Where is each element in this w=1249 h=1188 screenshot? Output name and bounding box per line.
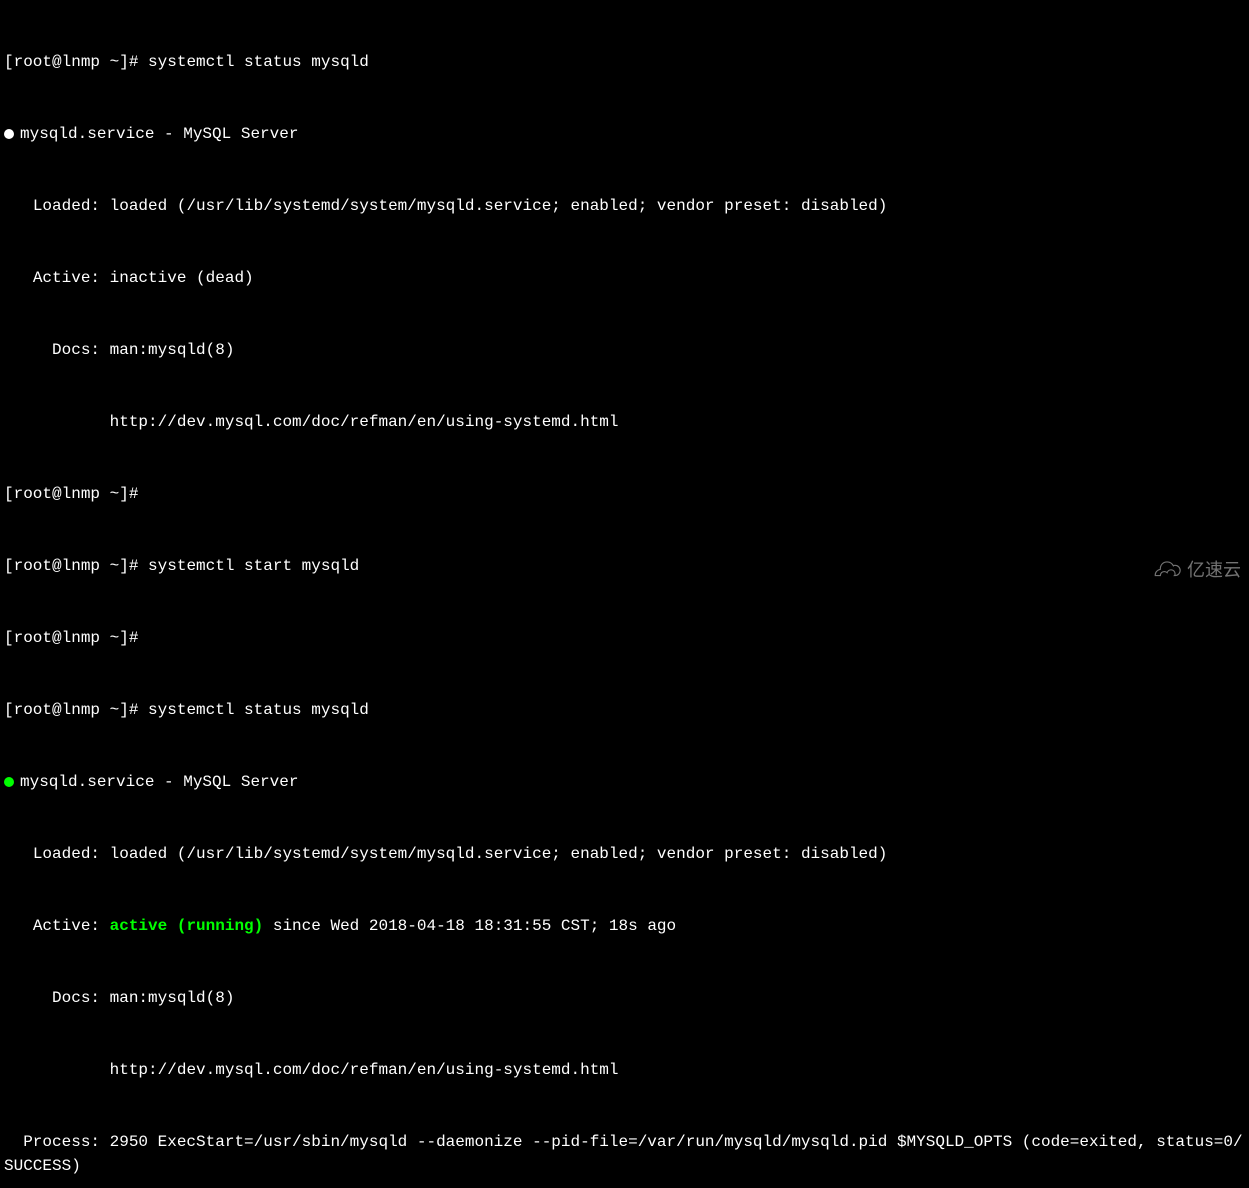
watermark: 亿速云: [1149, 557, 1241, 584]
active-line: Active: active (running) since Wed 2018-…: [4, 914, 1245, 938]
loaded-line: Loaded: loaded (/usr/lib/systemd/system/…: [4, 194, 1245, 218]
cloud-icon: [1149, 561, 1183, 581]
service-title: mysqld.service - MySQL Server: [20, 125, 298, 143]
shell-prompt: [root@lnmp ~]#: [4, 557, 148, 575]
docs-url-line: http://dev.mysql.com/doc/refman/en/using…: [4, 410, 1245, 434]
active-label: Active:: [4, 917, 110, 935]
command-text: systemctl status mysqld: [148, 53, 369, 71]
service-header: mysqld.service - MySQL Server: [4, 770, 1245, 794]
terminal-output[interactable]: [root@lnmp ~]# systemctl status mysqld m…: [4, 2, 1245, 1188]
prompt-line: [root@lnmp ~]#: [4, 626, 1245, 650]
prompt-line: [root@lnmp ~]#: [4, 482, 1245, 506]
shell-prompt: [root@lnmp ~]#: [4, 701, 148, 719]
active-status-value: active (running): [110, 917, 264, 935]
loaded-line: Loaded: loaded (/usr/lib/systemd/system/…: [4, 842, 1245, 866]
process-line: Process: 2950 ExecStart=/usr/sbin/mysqld…: [4, 1130, 1245, 1178]
shell-prompt: [root@lnmp ~]#: [4, 53, 148, 71]
command-text: systemctl status mysqld: [148, 701, 369, 719]
prompt-line: [root@lnmp ~]# systemctl status mysqld: [4, 698, 1245, 722]
service-title: mysqld.service - MySQL Server: [20, 773, 298, 791]
shell-prompt: [root@lnmp ~]#: [4, 629, 148, 647]
active-line: Active: inactive (dead): [4, 266, 1245, 290]
status-dot-active-icon: [4, 777, 14, 787]
service-header: mysqld.service - MySQL Server: [4, 122, 1245, 146]
docs-line: Docs: man:mysqld(8): [4, 338, 1245, 362]
prompt-line: [root@lnmp ~]# systemctl status mysqld: [4, 50, 1245, 74]
active-since: since Wed 2018-04-18 18:31:55 CST; 18s a…: [263, 917, 676, 935]
docs-line: Docs: man:mysqld(8): [4, 986, 1245, 1010]
docs-url-line: http://dev.mysql.com/doc/refman/en/using…: [4, 1058, 1245, 1082]
status-dot-inactive-icon: [4, 129, 14, 139]
watermark-text: 亿速云: [1187, 557, 1241, 584]
prompt-line: [root@lnmp ~]# systemctl start mysqld: [4, 554, 1245, 578]
shell-prompt: [root@lnmp ~]#: [4, 485, 148, 503]
command-text: systemctl start mysqld: [148, 557, 359, 575]
